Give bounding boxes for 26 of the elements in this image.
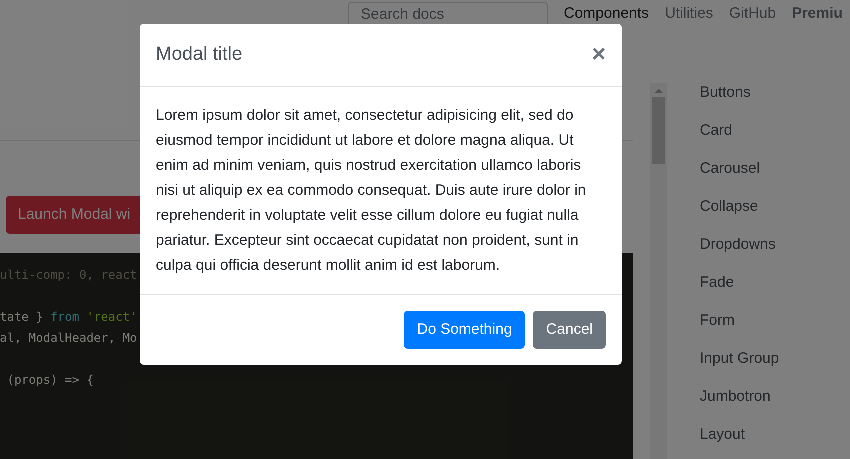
sidebar-link[interactable]: Layout	[700, 423, 780, 446]
modal-title: Modal title	[156, 42, 243, 67]
nav-link[interactable]: Utilities	[665, 3, 714, 26]
scroll-up-icon[interactable]	[654, 89, 662, 93]
code-line: tate } from 'react'	[0, 309, 138, 326]
sidebar-link[interactable]: Dropdowns	[700, 233, 780, 256]
scroll-thumb[interactable]	[652, 97, 665, 164]
sidebar-link[interactable]: Jumbotron	[700, 385, 780, 408]
sidebar-link[interactable]: Input Group	[700, 347, 780, 370]
modal-body-text: Lorem ipsum dolor sit amet, consectetur adipisicing elit, sed do eiusmod tempor incididunt ut labore et dolore magna aliqua. Ut enim ad minim veniam, quis nostrud exercitation ullamco laboris nisi ut aliquip ex ea commodo consequat. Duis aute irure dolor in reprehenderit in voluptate velit esse cillum dolore eu fugiat nulla pariatur. Excepteur sint occaecat cupidatat non proident, sunt in culpa qui officia deserunt mollit anim id est laborum.	[140, 87, 622, 295]
code-line: (props) => {	[6, 372, 94, 389]
sidebar-link[interactable]: Carousel	[700, 157, 780, 180]
sidebar-link[interactable]: Card	[700, 119, 780, 142]
nav-link[interactable]: GitHub	[729, 3, 776, 26]
nav-link[interactable]: Components	[564, 3, 650, 26]
code-line: al, ModalHeader, Mo	[0, 330, 138, 347]
modal-button[interactable]: Do Something	[404, 311, 526, 349]
sidebar-link[interactable]: Collapse	[700, 195, 780, 218]
nav-link[interactable]: Premiu	[792, 3, 843, 26]
sidebar-link[interactable]: Form	[700, 309, 780, 332]
modal-button[interactable]: Cancel	[533, 311, 606, 349]
scrollbar[interactable]	[650, 83, 667, 459]
close-button[interactable]: ×	[592, 43, 606, 67]
sidebar-link[interactable]: Fade	[700, 271, 780, 294]
sidebar-link[interactable]: Buttons	[700, 81, 780, 104]
code-line: ulti-comp: 0, react	[0, 267, 138, 284]
